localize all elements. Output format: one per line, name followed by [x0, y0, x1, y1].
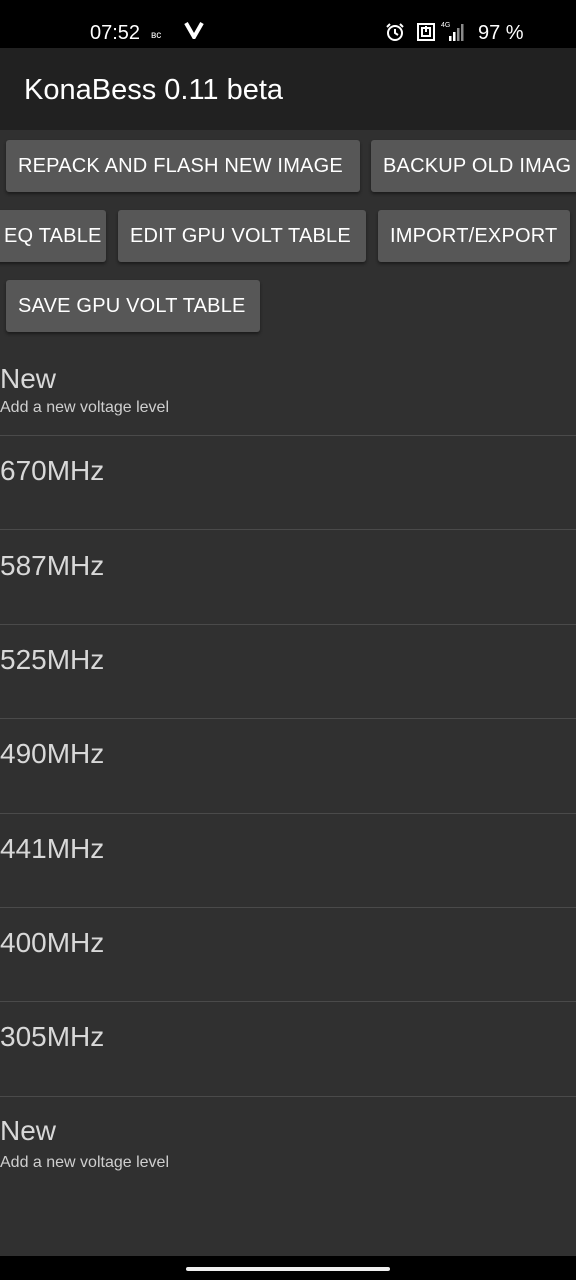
home-gesture-handle[interactable]: [186, 1267, 390, 1271]
nfc-icon: [416, 22, 436, 42]
level-frequency: 490MHz: [0, 738, 105, 769]
list-item-title: New: [0, 363, 57, 394]
main-content: REPACK AND FLASH NEW IMAGE BACKUP OLD IM…: [0, 130, 576, 1256]
battery-percent: 97 %: [478, 22, 524, 44]
navigation-bar: [0, 1256, 576, 1280]
freq-table-button[interactable]: EQ TABLE: [0, 210, 106, 262]
level-frequency: 400MHz: [0, 927, 105, 958]
repack-flash-button[interactable]: REPACK AND FLASH NEW IMAGE: [6, 140, 360, 192]
v-logo-icon: [184, 21, 204, 42]
add-voltage-level-item-top[interactable]: New Add a new voltage level: [0, 356, 576, 436]
voltage-level-item[interactable]: 587MHz: [0, 530, 576, 625]
voltage-level-item[interactable]: 525MHz: [0, 625, 576, 719]
level-frequency: 525MHz: [0, 644, 105, 675]
list-item-title: New: [0, 1115, 57, 1146]
voltage-level-item[interactable]: 305MHz: [0, 1002, 576, 1097]
import-export-button[interactable]: IMPORT/EXPORT: [378, 210, 570, 262]
network-type-label: 4G: [441, 22, 450, 29]
level-frequency: 305MHz: [0, 1021, 105, 1052]
signal-icon: 4G: [441, 20, 465, 42]
voltage-level-item[interactable]: 490MHz: [0, 719, 576, 814]
edit-gpu-volt-table-button[interactable]: EDIT GPU VOLT TABLE: [118, 210, 366, 262]
add-voltage-level-item-bottom[interactable]: New Add a new voltage level: [0, 1097, 576, 1177]
backup-old-image-button[interactable]: BACKUP OLD IMAG: [371, 140, 576, 192]
level-frequency: 441MHz: [0, 833, 105, 864]
status-time: 07:52: [90, 22, 141, 44]
level-frequency: 587MHz: [0, 550, 105, 581]
status-day: вс: [151, 30, 162, 41]
status-bar: 07:52 вс 4G 97 %: [0, 0, 576, 48]
save-gpu-volt-table-button[interactable]: SAVE GPU VOLT TABLE: [6, 280, 260, 332]
app-title: KonaBess 0.11 beta: [24, 74, 284, 106]
list-item-subtitle: Add a new voltage level: [0, 1154, 169, 1171]
voltage-level-item[interactable]: 400MHz: [0, 908, 576, 1002]
voltage-level-item[interactable]: 441MHz: [0, 814, 576, 908]
voltage-level-item[interactable]: 670MHz: [0, 436, 576, 530]
level-frequency: 670MHz: [0, 455, 105, 486]
list-item-subtitle: Add a new voltage level: [0, 399, 169, 416]
alarm-icon: [385, 22, 405, 42]
app-bar: KonaBess 0.11 beta: [0, 48, 576, 130]
